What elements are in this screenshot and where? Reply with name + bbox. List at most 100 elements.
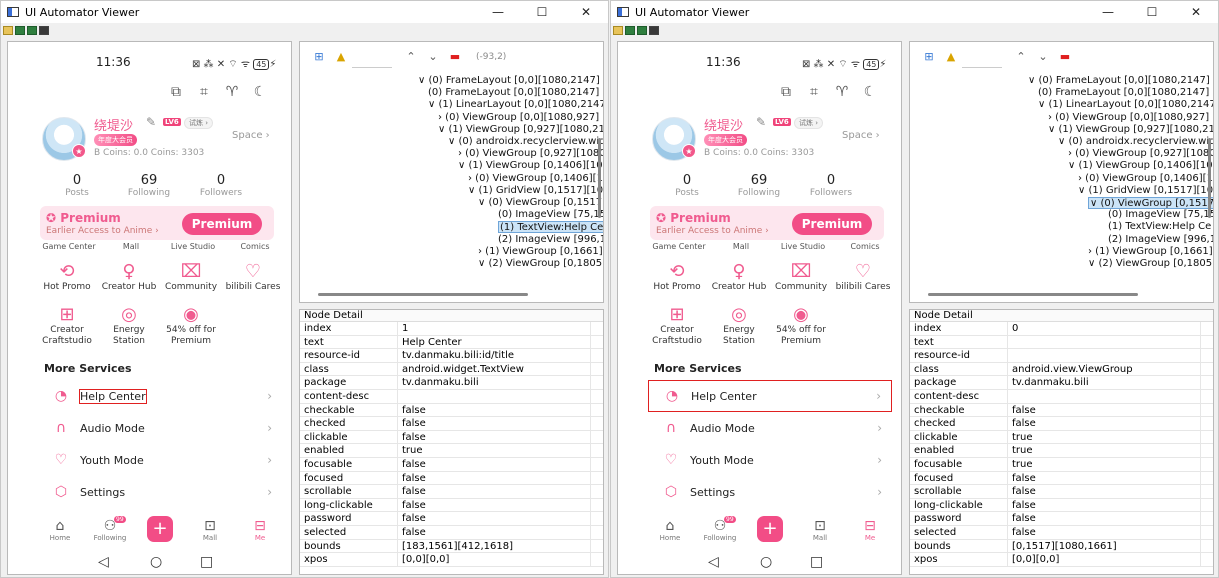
expand-all-icon[interactable]: ⊞ (918, 46, 940, 68)
tree-node[interactable]: ∨ (0) ViewGroup [0,1517] (478, 197, 603, 209)
service-settings[interactable]: ⬡ Settings › (38, 476, 282, 508)
grid-item-creator-hub[interactable]: ♀ Creator Hub (708, 261, 770, 293)
maximize-button[interactable]: ☐ (1130, 1, 1174, 23)
shirt-icon[interactable]: ♈ (224, 84, 240, 100)
grid-item-bilibili-cares[interactable]: ♡ bilibili Cares (222, 261, 284, 293)
tab-me[interactable]: ⊟ Me (238, 518, 282, 542)
expand-all-icon[interactable]: ⊞ (308, 46, 330, 68)
grid-item-creator-hub[interactable]: ♀ Creator Hub (98, 261, 160, 293)
stat-following[interactable]: 69 Following (114, 173, 184, 198)
grid-item-community[interactable]: ⌧ Community (160, 261, 222, 293)
tree-node[interactable]: › (1) ViewGroup [0,1661] (1088, 246, 1213, 258)
detail-row[interactable]: scrollable false (910, 485, 1213, 499)
tree-node[interactable]: › (0) ViewGroup [0,927][1080, (458, 148, 603, 160)
detail-row[interactable]: bounds [183,1561][412,1618] (300, 539, 603, 554)
detail-row[interactable]: checked false (910, 417, 1213, 431)
grid-item-energy-station[interactable]: ◎ Energy Station (708, 304, 770, 347)
tree-node[interactable]: ∨ (1) GridView [0,1517][108 (468, 185, 603, 197)
minimize-button[interactable]: — (476, 1, 520, 23)
clear-icon[interactable]: ▬ (444, 46, 466, 68)
space-link[interactable]: Space › (842, 130, 880, 141)
tree-node[interactable]: ∨ (1) ViewGroup [0,1406][1080 (1068, 160, 1213, 172)
tree-node[interactable]: (0) FrameLayout [0,0][1080,2147] (428, 87, 599, 99)
device-screenshot-compressed-icon[interactable] (637, 25, 647, 35)
tree-node[interactable]: ∨ (2) ViewGroup [0,1805] (478, 258, 603, 270)
detail-row[interactable]: long-clickable false (910, 498, 1213, 513)
detail-row[interactable]: xpos [0,0][0,0] (910, 553, 1213, 567)
detail-row[interactable]: focused false (300, 471, 603, 486)
detail-row[interactable]: package tv.danmaku.bili (910, 376, 1213, 390)
tab-publish[interactable]: + (138, 516, 182, 542)
tree-node[interactable]: ∨ (0) ViewGroup [0,1517] (1088, 197, 1213, 209)
grid-item-hot-promo[interactable]: ⟲ Hot Promo (36, 261, 98, 293)
tree-node[interactable]: ∨ (0) FrameLayout [0,0][1080,2147] (418, 75, 600, 87)
username[interactable]: 绕堤沙 (94, 115, 133, 134)
grid-item-premium-offer[interactable]: ◉ 54% off for Premium (770, 304, 832, 347)
detail-row[interactable]: selected false (300, 525, 603, 540)
stat-followers[interactable]: 0 Followers (796, 173, 866, 198)
grid-item-energy-station[interactable]: ◎ Energy Station (98, 304, 160, 347)
tab-following[interactable]: ⚇ 99 Following (698, 516, 742, 542)
service-youth-mode[interactable]: ♡ Youth Mode › (648, 444, 892, 476)
nav-recents-icon[interactable]: □ (200, 554, 213, 570)
nav-home-icon[interactable]: ○ (760, 554, 772, 570)
stat-followers[interactable]: 0 Followers (186, 173, 256, 198)
tree-node[interactable]: (2) ImageView [996,1 (1108, 234, 1213, 246)
chevron-up-icon[interactable]: ⌃ (1010, 46, 1032, 68)
tree-node[interactable]: ∨ (1) ViewGroup [0,927][1080,2147] (438, 124, 603, 136)
grid-item-creator-craftstudio[interactable]: ⊞ Creator Craftstudio (646, 304, 708, 347)
tree-node[interactable]: ∨ (1) GridView [0,1517][108 (1078, 185, 1213, 197)
detail-row[interactable]: content-desc (300, 389, 603, 404)
grid-item-community[interactable]: ⌧ Community (770, 261, 832, 293)
tab-me[interactable]: ⊟ Me (848, 518, 892, 542)
tree-node[interactable]: (0) ImageView [75,15 (1108, 209, 1213, 221)
premium-hub-button[interactable]: Premium Hub (182, 213, 262, 253)
detail-row[interactable]: password false (300, 512, 603, 526)
detail-row[interactable]: text Help Center (300, 335, 603, 350)
detail-row[interactable]: password false (910, 512, 1213, 526)
qr-icon[interactable]: ⌗ (196, 84, 212, 100)
detail-row[interactable]: focusable true (910, 457, 1213, 472)
scan-icon[interactable]: ⧉ (778, 84, 794, 100)
grid-item-premium-offer[interactable]: ◉ 54% off for Premium (160, 304, 222, 347)
minimize-button[interactable]: — (1086, 1, 1130, 23)
tree-node[interactable]: ∨ (1) ViewGroup [0,927][1080,2147] (1048, 124, 1213, 136)
stat-posts[interactable]: 0 Posts (652, 173, 722, 198)
grid-item-hot-promo[interactable]: ⟲ Hot Promo (646, 261, 708, 293)
detail-row[interactable]: selected false (910, 525, 1213, 540)
detail-row[interactable]: package tv.danmaku.bili (300, 376, 603, 390)
maximize-button[interactable]: ☐ (520, 1, 564, 23)
tree-node[interactable]: (0) FrameLayout [0,0][1080,2147] (1038, 87, 1209, 99)
detail-row[interactable]: class android.widget.TextView (300, 362, 603, 377)
detail-row[interactable]: resource-id tv.danmaku.bili:id/title (300, 349, 603, 363)
moon-icon[interactable]: ☾ (862, 84, 878, 100)
vertical-scrollbar[interactable] (1208, 138, 1211, 218)
service-help-center[interactable]: ◔ Help Center › (38, 380, 282, 412)
detail-row[interactable]: text (910, 335, 1213, 350)
tree-node[interactable]: (0) ImageView [75,15 (498, 209, 603, 221)
tree-node[interactable]: (1) TextView:Help Ce (498, 221, 603, 234)
service-help-center[interactable]: ◔ Help Center › (648, 380, 892, 412)
device-screenshot-panel[interactable]: 11:36 ⊠ ⁂ ✕ ⌔ ᯤ 45 ⚡ ⧉ ⌗ ♈ ☾ ★ 绕堤沙 ✎ LV6 … (617, 41, 902, 575)
tab-mall[interactable]: ⊡ Mall (798, 518, 842, 542)
grid-item-creator-craftstudio[interactable]: ⊞ Creator Craftstudio (36, 304, 98, 347)
nav-back-icon[interactable]: ◁ (708, 554, 719, 570)
search-field[interactable] (962, 46, 1002, 68)
device-screenshot-icon[interactable] (625, 25, 635, 35)
nav-home-icon[interactable]: ○ (150, 554, 162, 570)
tree-node[interactable]: ∨ (1) LinearLayout [0,0][1080,2147] (1038, 99, 1213, 111)
open-folder-icon[interactable] (613, 25, 623, 35)
tree-node[interactable]: ∨ (2) ViewGroup [0,1805] (1088, 258, 1213, 270)
moon-icon[interactable]: ☾ (252, 84, 268, 100)
tree-node[interactable]: › (0) ViewGroup [0,1406][10 (1078, 173, 1213, 185)
trial-badge[interactable]: 试炼 › (794, 117, 824, 129)
tab-mall[interactable]: ⊡ Mall (188, 518, 232, 542)
tree-node[interactable]: › (0) ViewGroup [0,0][1080,927] (438, 112, 599, 124)
tree-node[interactable]: ∨ (0) FrameLayout [0,0][1080,2147] (1028, 75, 1210, 87)
save-icon[interactable] (649, 25, 659, 35)
nav-back-icon[interactable]: ◁ (98, 554, 109, 570)
username[interactable]: 绕堤沙 (704, 115, 743, 134)
premium-subtitle[interactable]: Earlier Access to Anime › (656, 226, 769, 236)
tree-node[interactable]: ∨ (0) androidx.recyclerview.widge (448, 136, 603, 148)
horizontal-scrollbar[interactable] (928, 293, 1138, 296)
